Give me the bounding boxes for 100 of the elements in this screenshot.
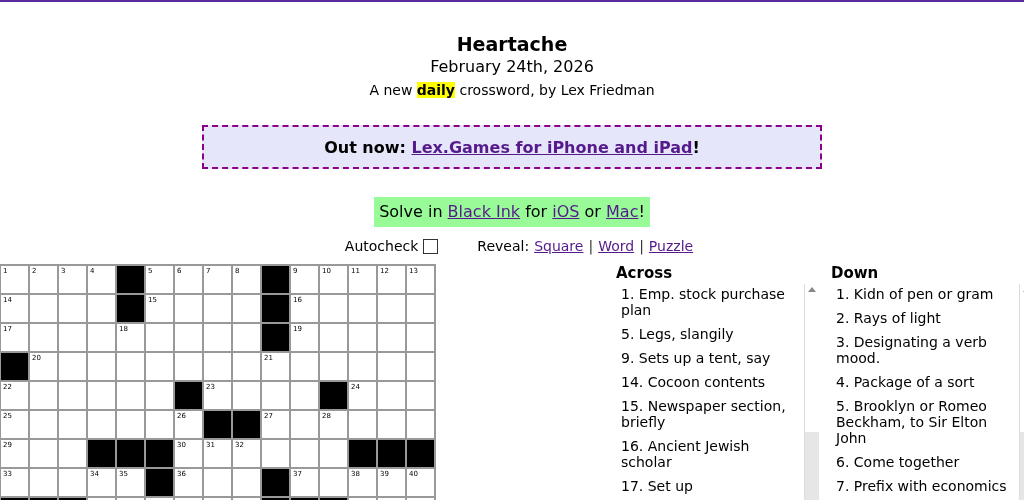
reveal-link[interactable]: Puzzle <box>648 238 694 254</box>
grid-cell[interactable] <box>291 353 320 382</box>
grid-cell[interactable] <box>59 353 88 382</box>
grid-cell[interactable] <box>30 411 59 440</box>
grid-cell[interactable] <box>204 295 233 324</box>
reveal-label: Reveal: <box>477 238 530 254</box>
grid-cell[interactable] <box>291 382 320 411</box>
grid-cell[interactable] <box>30 295 59 324</box>
grid-cell[interactable] <box>146 382 175 411</box>
autocheck-checkbox[interactable] <box>423 238 439 254</box>
grid-cell[interactable] <box>378 295 407 324</box>
blocked-square <box>146 440 175 469</box>
clue-item[interactable]: 1. Emp. stock purchase plan <box>621 286 804 318</box>
grid-cell[interactable] <box>407 353 436 382</box>
grid-cell[interactable] <box>59 382 88 411</box>
grid-cell[interactable] <box>378 353 407 382</box>
grid-cell[interactable] <box>146 411 175 440</box>
grid-cell[interactable] <box>59 440 88 469</box>
app-link[interactable]: Lex.Games for iPhone and iPad <box>411 137 693 157</box>
grid-cell[interactable] <box>88 382 117 411</box>
grid-cell[interactable] <box>204 324 233 353</box>
grid-cell[interactable] <box>349 411 378 440</box>
grid-cell[interactable] <box>30 469 59 498</box>
grid-cell[interactable] <box>320 440 349 469</box>
clue-item[interactable]: 1. Kidn of pen or gram <box>836 286 1019 302</box>
grid-cell[interactable] <box>378 382 407 411</box>
clue-item[interactable]: 4. Package of a sort <box>836 374 1019 390</box>
clue-item[interactable]: 16. Ancient Jewish scholar <box>621 438 804 470</box>
promo-link[interactable]: Mac <box>606 202 639 221</box>
clue-item[interactable]: 5. Legs, slangily <box>621 326 804 342</box>
clue-item[interactable]: 7. Prefix with economics <box>836 478 1019 494</box>
grid-cell[interactable] <box>233 353 262 382</box>
grid-cell[interactable] <box>30 382 59 411</box>
grid-cell[interactable] <box>146 324 175 353</box>
scrollbar-thumb[interactable] <box>805 432 819 500</box>
clue-item[interactable]: 3. Designating a verb mood. <box>836 334 1019 366</box>
grid-cell[interactable] <box>378 324 407 353</box>
grid-cell[interactable] <box>291 411 320 440</box>
clue-item[interactable]: 17. Set up <box>621 478 804 494</box>
clue-item[interactable]: 14. Cocoon contents <box>621 374 804 390</box>
clue-item[interactable]: 2. Rays of light <box>836 310 1019 326</box>
promo-link[interactable]: iOS <box>552 202 580 221</box>
grid-cell[interactable] <box>59 295 88 324</box>
separator-text: | <box>588 238 594 254</box>
clue-item[interactable]: 15. Newspaper section, briefly <box>621 398 804 430</box>
grid-cell[interactable] <box>59 411 88 440</box>
grid-cell[interactable] <box>407 295 436 324</box>
grid-cell[interactable] <box>204 353 233 382</box>
grid-cell[interactable] <box>88 411 117 440</box>
grid-cell[interactable] <box>88 295 117 324</box>
grid-cell[interactable] <box>146 353 175 382</box>
reveal-link[interactable]: Word <box>598 238 635 254</box>
grid-cell[interactable] <box>59 469 88 498</box>
grid-cell[interactable] <box>320 295 349 324</box>
grid-cell[interactable] <box>117 411 146 440</box>
blocked-square <box>262 469 291 498</box>
clue-heading: Across <box>616 264 674 284</box>
grid-cell[interactable] <box>30 324 59 353</box>
promo-link[interactable]: Black Ink <box>447 202 521 221</box>
grid-cell[interactable] <box>349 324 378 353</box>
grid-cell[interactable] <box>320 469 349 498</box>
blocked-square <box>262 324 291 353</box>
grid-cell[interactable] <box>262 382 291 411</box>
promo-text: Solve in <box>379 202 444 221</box>
scroll-up-icon[interactable] <box>808 287 816 292</box>
grid-cell[interactable] <box>291 440 320 469</box>
blocked-square <box>117 295 146 324</box>
grid-cell[interactable] <box>204 469 233 498</box>
grid-cell[interactable] <box>117 382 146 411</box>
clue-item[interactable]: 6. Come together <box>836 454 1019 470</box>
grid-cell[interactable] <box>233 382 262 411</box>
clue-item[interactable]: 5. Brooklyn or Romeo Beckham, to Sir Elton John <box>836 398 1019 446</box>
grid-cell[interactable] <box>88 353 117 382</box>
grid-cell[interactable] <box>349 295 378 324</box>
grid-cell[interactable] <box>262 440 291 469</box>
grid-cell[interactable] <box>88 324 117 353</box>
grid-cell[interactable] <box>320 353 349 382</box>
blocked-square <box>320 382 349 411</box>
grid-cell[interactable] <box>233 469 262 498</box>
grid-cell[interactable] <box>117 353 146 382</box>
grid-cell[interactable] <box>320 324 349 353</box>
clue-item[interactable]: 9. Sets up a tent, say <box>621 350 804 366</box>
grid-cell[interactable] <box>349 353 378 382</box>
grid-cell[interactable] <box>378 411 407 440</box>
grid-cell[interactable] <box>175 295 204 324</box>
blocked-square <box>262 295 291 324</box>
grid-cell[interactable] <box>233 324 262 353</box>
blocked-square <box>88 440 117 469</box>
promo-text: or <box>583 202 602 221</box>
reveal-link[interactable]: Square <box>534 238 584 254</box>
grid-cell[interactable] <box>30 440 59 469</box>
grid-cell[interactable] <box>175 353 204 382</box>
grid-cell[interactable] <box>407 382 436 411</box>
blocked-square <box>349 440 378 469</box>
grid-cell[interactable] <box>233 295 262 324</box>
grid-cell[interactable] <box>407 324 436 353</box>
blocked-square <box>407 440 436 469</box>
grid-cell[interactable] <box>59 324 88 353</box>
grid-cell[interactable] <box>407 411 436 440</box>
grid-cell[interactable] <box>175 324 204 353</box>
